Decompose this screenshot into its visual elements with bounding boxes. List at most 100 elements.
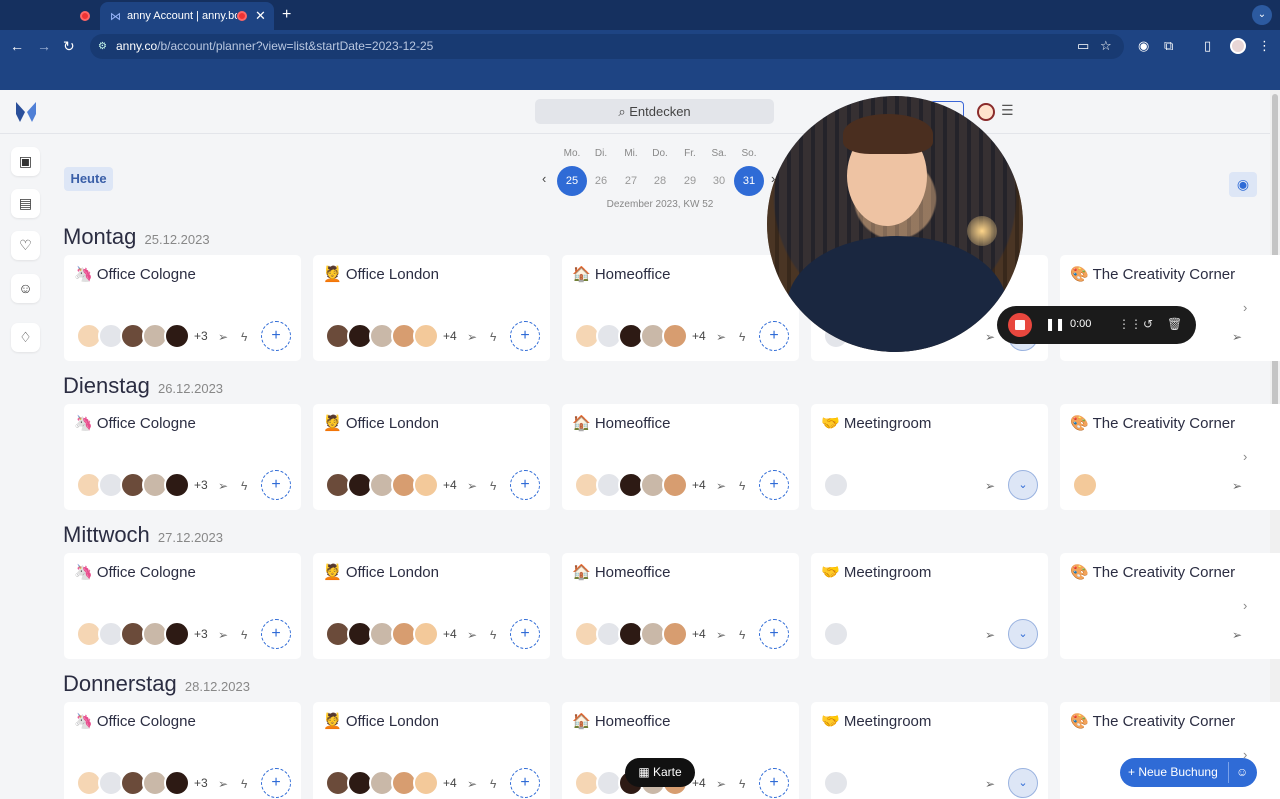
week-day-number[interactable]: 25 bbox=[557, 166, 587, 196]
quick-book-bolt-icon[interactable]: ϟ bbox=[739, 628, 745, 642]
attendee-avatars[interactable]: +3 bbox=[76, 619, 208, 649]
send-invite-icon[interactable]: ➢ bbox=[218, 777, 228, 791]
drag-handle-icon[interactable]: ⋮⋮ bbox=[1118, 317, 1142, 331]
send-invite-icon[interactable]: ➢ bbox=[1232, 628, 1242, 642]
scroll-right-icon[interactable]: › bbox=[1243, 449, 1247, 464]
quick-book-bolt-icon[interactable]: ϟ bbox=[241, 777, 247, 791]
add-booking-button[interactable]: + bbox=[510, 619, 540, 649]
add-booking-button[interactable]: + bbox=[510, 470, 540, 500]
sidebar-heart-icon[interactable]: ♡ bbox=[11, 231, 40, 260]
scroll-right-icon[interactable]: › bbox=[1243, 300, 1247, 315]
space-card[interactable]: 🤝 Meetingroom ➢ ⌄ bbox=[811, 702, 1048, 799]
visibility-eye-icon[interactable]: ◉ bbox=[1229, 172, 1257, 197]
back-icon[interactable]: ← bbox=[10, 38, 24, 54]
space-card[interactable]: 🦄 Office Cologne +3 ➢ ϟ + bbox=[64, 553, 301, 659]
pause-icon[interactable]: ❚❚ bbox=[1045, 317, 1065, 331]
attendee-avatars[interactable]: +4 bbox=[574, 619, 706, 649]
scroll-right-icon[interactable]: › bbox=[1243, 598, 1247, 613]
url-field[interactable]: ⚙ anny.co/b/account/planner?view=list&st… bbox=[90, 34, 1124, 59]
quick-book-bolt-icon[interactable]: ϟ bbox=[490, 330, 496, 344]
week-day-number[interactable]: 29 bbox=[675, 166, 705, 196]
restart-icon[interactable]: ↺ bbox=[1143, 317, 1153, 331]
week-day-number[interactable]: 30 bbox=[704, 166, 734, 196]
send-invite-icon[interactable]: ➢ bbox=[467, 479, 477, 493]
quick-book-bolt-icon[interactable]: ϟ bbox=[241, 330, 247, 344]
stop-recording-button[interactable] bbox=[1008, 313, 1032, 337]
add-booking-button[interactable]: + bbox=[759, 470, 789, 500]
attendee-avatars[interactable]: +3 bbox=[76, 321, 208, 351]
send-invite-icon[interactable]: ➢ bbox=[1232, 479, 1242, 493]
week-day-number[interactable]: 28 bbox=[645, 166, 675, 196]
send-invite-icon[interactable]: ➢ bbox=[716, 628, 726, 642]
quick-book-bolt-icon[interactable]: ϟ bbox=[490, 777, 496, 791]
space-card[interactable]: 🏠 Homeoffice+4➢ϟ+ bbox=[562, 553, 799, 659]
quick-book-bolt-icon[interactable]: ϟ bbox=[490, 479, 496, 493]
send-invite-icon[interactable]: ➢ bbox=[716, 777, 726, 791]
expand-chevron-button[interactable]: ⌄ bbox=[1008, 470, 1038, 500]
new-tab-icon[interactable]: + bbox=[282, 6, 291, 24]
camera-icon[interactable]: ▭ bbox=[1077, 38, 1089, 54]
space-card[interactable]: 🏠 Homeoffice+4➢ϟ+ bbox=[562, 404, 799, 510]
reload-icon[interactable]: ↻ bbox=[63, 38, 75, 55]
trash-icon[interactable]: 🗑 bbox=[1167, 317, 1182, 331]
send-invite-icon[interactable]: ➢ bbox=[716, 330, 726, 344]
space-card[interactable]: 💆 Office London +4 ➢ ϟ + bbox=[313, 702, 550, 799]
week-day-number[interactable]: 27 bbox=[616, 166, 646, 196]
attendee-avatars[interactable] bbox=[823, 768, 849, 798]
site-settings-icon[interactable]: ⚙ bbox=[98, 34, 107, 59]
attendee-avatars[interactable]: +3 bbox=[76, 470, 208, 500]
send-invite-icon[interactable]: ➢ bbox=[985, 777, 995, 791]
send-invite-icon[interactable]: ➢ bbox=[716, 479, 726, 493]
send-invite-icon[interactable]: ➢ bbox=[218, 628, 228, 642]
previous-week-icon[interactable]: ‹ bbox=[542, 171, 546, 186]
space-card[interactable]: 🦄 Office Cologne +3 ➢ ϟ + bbox=[64, 404, 301, 510]
attendee-avatars[interactable] bbox=[823, 470, 849, 500]
tab-search-icon[interactable]: ⌄ bbox=[1252, 5, 1272, 25]
browser-tab-active[interactable]: ⋈ anny Account | anny.book ✕ bbox=[100, 2, 274, 30]
add-booking-button[interactable]: + bbox=[261, 470, 291, 500]
add-booking-button[interactable]: + bbox=[261, 619, 291, 649]
add-user-icon[interactable]: ☺ bbox=[1236, 758, 1248, 787]
send-invite-icon[interactable]: ➢ bbox=[985, 479, 995, 493]
add-booking-button[interactable]: + bbox=[261, 321, 291, 351]
send-invite-icon[interactable]: ➢ bbox=[218, 479, 228, 493]
attendee-avatars[interactable]: +4 bbox=[574, 470, 706, 500]
quick-book-bolt-icon[interactable]: ϟ bbox=[739, 777, 745, 791]
attendee-avatars[interactable]: +3 bbox=[76, 768, 208, 798]
search-button[interactable]: ⌕ Entdecken bbox=[535, 99, 774, 124]
space-card[interactable]: 🤝 Meetingroom ➢ ⌄ bbox=[811, 404, 1048, 510]
space-card[interactable]: 💆 Office London +4 ➢ ϟ + bbox=[313, 255, 550, 361]
sidebar-book-icon[interactable]: ▤ bbox=[11, 189, 40, 218]
map-button[interactable]: ▦ Karte bbox=[625, 758, 695, 787]
sidebar-lightbulb-icon[interactable]: ♢ bbox=[11, 323, 40, 352]
add-booking-button[interactable]: + bbox=[261, 768, 291, 798]
browser-tab-recording[interactable] bbox=[70, 2, 100, 30]
extensions-puzzle-icon[interactable]: ⧉ bbox=[1164, 38, 1173, 54]
close-tab-icon[interactable]: ✕ bbox=[255, 8, 266, 24]
quick-book-bolt-icon[interactable]: ϟ bbox=[241, 628, 247, 642]
space-card[interactable]: 🏠 Homeoffice+4➢ϟ+ bbox=[562, 255, 799, 361]
sidebar-planner-calendar-icon[interactable]: ▣ bbox=[11, 147, 40, 176]
space-card[interactable]: 🤝 Meetingroom ➢ ⌄ bbox=[811, 553, 1048, 659]
send-invite-icon[interactable]: ➢ bbox=[467, 777, 477, 791]
send-invite-icon[interactable]: ➢ bbox=[467, 330, 477, 344]
week-day-number[interactable]: 26 bbox=[586, 166, 616, 196]
expand-chevron-button[interactable]: ⌄ bbox=[1008, 619, 1038, 649]
space-card[interactable]: 💆 Office London +4 ➢ ϟ + bbox=[313, 404, 550, 510]
space-card[interactable]: 🦄 Office Cologne +3 ➢ ϟ + bbox=[64, 255, 301, 361]
send-invite-icon[interactable]: ➢ bbox=[985, 628, 995, 642]
quick-book-bolt-icon[interactable]: ϟ bbox=[241, 479, 247, 493]
attendee-avatars[interactable] bbox=[823, 619, 849, 649]
quick-book-bolt-icon[interactable]: ϟ bbox=[739, 330, 745, 344]
quick-book-bolt-icon[interactable]: ϟ bbox=[739, 479, 745, 493]
add-booking-button[interactable]: + bbox=[759, 619, 789, 649]
space-card[interactable]: 🦄 Office Cologne +3 ➢ ϟ + bbox=[64, 702, 301, 799]
attendee-avatars[interactable]: +4 bbox=[325, 470, 457, 500]
new-booking-button[interactable]: + Neue Buchung ☺ bbox=[1120, 758, 1257, 787]
anny-logo-icon[interactable] bbox=[14, 100, 38, 124]
send-invite-icon[interactable]: ➢ bbox=[1232, 330, 1242, 344]
send-invite-icon[interactable]: ➢ bbox=[467, 628, 477, 642]
browser-profile-avatar[interactable] bbox=[1230, 38, 1246, 54]
expand-chevron-button[interactable]: ⌄ bbox=[1008, 768, 1038, 798]
browser-menu-icon[interactable]: ⋮ bbox=[1258, 38, 1271, 54]
